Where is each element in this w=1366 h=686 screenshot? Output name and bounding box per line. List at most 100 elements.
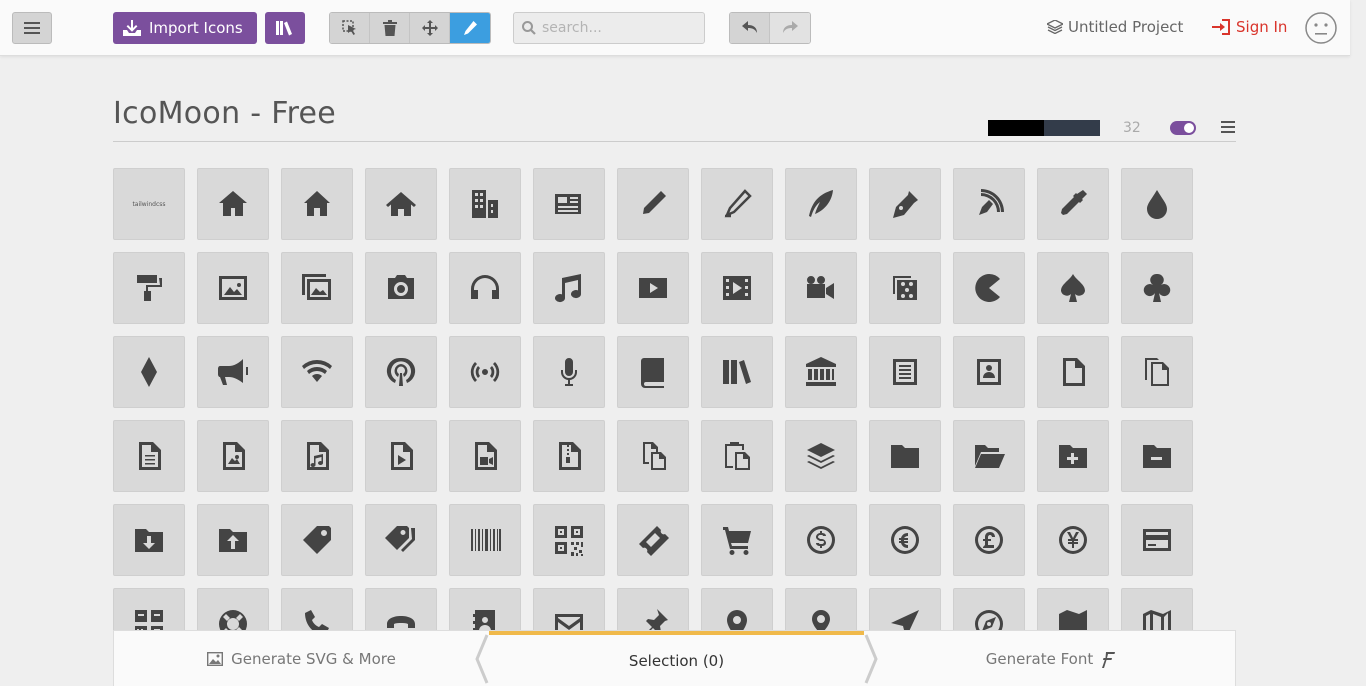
icon-tile-paint-format[interactable] bbox=[113, 252, 185, 324]
icon-tile-file-music[interactable] bbox=[281, 420, 353, 492]
generate-font-button[interactable]: Generate Font bbox=[864, 631, 1237, 686]
icon-tile-home[interactable] bbox=[197, 168, 269, 240]
icon-tile-file-text[interactable] bbox=[869, 336, 941, 408]
icon-tile-book[interactable] bbox=[617, 336, 689, 408]
icon-tile-blog[interactable] bbox=[953, 168, 1025, 240]
search-box[interactable] bbox=[513, 12, 705, 44]
icon-tile-image[interactable] bbox=[197, 252, 269, 324]
search-input[interactable] bbox=[542, 20, 692, 36]
set-toggle[interactable] bbox=[1170, 121, 1196, 135]
icon-tile-price-tags[interactable] bbox=[365, 504, 437, 576]
icon-tile-ticket[interactable] bbox=[617, 504, 689, 576]
import-icons-label: Import Icons bbox=[149, 19, 243, 37]
icon-tile-books[interactable] bbox=[701, 336, 773, 408]
eyedropper-icon bbox=[1061, 190, 1087, 215]
icon-tile-file-video[interactable] bbox=[449, 420, 521, 492]
icon-tile-pencil[interactable] bbox=[617, 168, 689, 240]
file-play-icon bbox=[391, 442, 413, 470]
icon-tile-folder-plus[interactable] bbox=[1037, 420, 1109, 492]
bullhorn-icon bbox=[218, 359, 248, 385]
set-menu-icon[interactable] bbox=[1221, 121, 1235, 133]
icon-tile-play[interactable] bbox=[617, 252, 689, 324]
icon-tile-coin-euro[interactable] bbox=[869, 504, 941, 576]
icon-tile-folder-upload[interactable] bbox=[197, 504, 269, 576]
icon-tile-file-text2[interactable] bbox=[113, 420, 185, 492]
icon-tile-video-camera[interactable] bbox=[785, 252, 857, 324]
icon-tile-tailwindcss-logo[interactable]: tailwindcss bbox=[113, 168, 185, 240]
avatar[interactable] bbox=[1305, 12, 1337, 44]
sign-in-link[interactable]: Sign In bbox=[1212, 18, 1287, 36]
redo-button[interactable] bbox=[770, 13, 810, 43]
import-icons-button[interactable]: Import Icons bbox=[113, 12, 257, 44]
select-tool-button[interactable] bbox=[330, 13, 370, 43]
icon-tile-music[interactable] bbox=[533, 252, 605, 324]
icon-tile-file-zip[interactable] bbox=[533, 420, 605, 492]
icon-tile-coin-yen[interactable] bbox=[1037, 504, 1109, 576]
icon-tile-pacman[interactable] bbox=[953, 252, 1025, 324]
icon-tile-profile[interactable] bbox=[953, 336, 1025, 408]
icon-tile-feed[interactable] bbox=[449, 336, 521, 408]
icon-tile-pencil2[interactable] bbox=[701, 168, 773, 240]
coin-euro-icon bbox=[891, 526, 919, 554]
icon-tile-file-empty[interactable] bbox=[1037, 336, 1109, 408]
icon-tile-folder-open[interactable] bbox=[953, 420, 1025, 492]
icon-tile-files-empty[interactable] bbox=[1121, 336, 1193, 408]
icon-tile-file-play[interactable] bbox=[365, 420, 437, 492]
icon-tile-file-picture[interactable] bbox=[197, 420, 269, 492]
sign-in-icon bbox=[1212, 19, 1230, 35]
project-name: Untitled Project bbox=[1068, 18, 1184, 36]
icon-tile-clubs[interactable] bbox=[1121, 252, 1193, 324]
icon-tile-dice[interactable] bbox=[869, 252, 941, 324]
icon-tile-copy[interactable] bbox=[617, 420, 689, 492]
icon-tile-home3[interactable] bbox=[365, 168, 437, 240]
icon-tile-stack[interactable] bbox=[785, 420, 857, 492]
icon-tile-home2[interactable] bbox=[281, 168, 353, 240]
icon-tile-folder-minus[interactable] bbox=[1121, 420, 1193, 492]
selection-tab[interactable]: Selection (0) bbox=[489, 631, 864, 686]
icon-tile-eyedropper[interactable] bbox=[1037, 168, 1109, 240]
icon-tile-folder[interactable] bbox=[869, 420, 941, 492]
icon-tile-qrcode[interactable] bbox=[533, 504, 605, 576]
icon-tile-images[interactable] bbox=[281, 252, 353, 324]
files-empty-icon bbox=[1145, 358, 1169, 386]
icon-tile-coin-dollar[interactable] bbox=[785, 504, 857, 576]
icon-tile-pen[interactable] bbox=[869, 168, 941, 240]
film-icon bbox=[723, 276, 751, 300]
icon-tile-bullhorn[interactable] bbox=[197, 336, 269, 408]
icon-tile-coin-pound[interactable] bbox=[953, 504, 1025, 576]
icon-tile-paste[interactable] bbox=[701, 420, 773, 492]
library-button[interactable] bbox=[265, 12, 305, 44]
icon-tile-credit-card[interactable] bbox=[1121, 504, 1193, 576]
icon-tile-folder-download[interactable] bbox=[113, 504, 185, 576]
pencil2-icon bbox=[724, 189, 752, 218]
undo-button[interactable] bbox=[730, 13, 770, 43]
icon-tile-podcast[interactable] bbox=[365, 336, 437, 408]
move-tool-button[interactable] bbox=[410, 13, 450, 43]
project-selector[interactable]: Untitled Project bbox=[1047, 18, 1183, 36]
icon-tile-camera[interactable] bbox=[365, 252, 437, 324]
droplet-icon bbox=[1147, 190, 1167, 219]
generate-svg-button[interactable]: Generate SVG & More bbox=[114, 631, 489, 686]
icon-tile-film[interactable] bbox=[701, 252, 773, 324]
main-menu-button[interactable] bbox=[12, 12, 52, 44]
icon-tile-connection[interactable] bbox=[281, 336, 353, 408]
icon-tile-mic[interactable] bbox=[533, 336, 605, 408]
icon-tile-spades[interactable] bbox=[1037, 252, 1109, 324]
icon-tile-office[interactable] bbox=[449, 168, 521, 240]
bottom-bar: Generate SVG & More Selection (0) Genera… bbox=[113, 630, 1236, 686]
icon-tile-quill[interactable] bbox=[785, 168, 857, 240]
color-swatch[interactable] bbox=[988, 120, 1100, 136]
icon-tile-library[interactable] bbox=[785, 336, 857, 408]
folder-icon bbox=[891, 445, 919, 468]
icon-tile-newspaper[interactable] bbox=[533, 168, 605, 240]
icon-tile-barcode[interactable] bbox=[449, 504, 521, 576]
feed-icon bbox=[470, 362, 500, 382]
icon-tile-diamonds[interactable] bbox=[113, 336, 185, 408]
edit-tool-button[interactable] bbox=[450, 13, 490, 43]
icon-tile-droplet[interactable] bbox=[1121, 168, 1193, 240]
icon-tile-price-tag[interactable] bbox=[281, 504, 353, 576]
select-icon bbox=[341, 20, 356, 35]
icon-tile-headphones[interactable] bbox=[449, 252, 521, 324]
delete-tool-button[interactable] bbox=[370, 13, 410, 43]
icon-tile-cart[interactable] bbox=[701, 504, 773, 576]
